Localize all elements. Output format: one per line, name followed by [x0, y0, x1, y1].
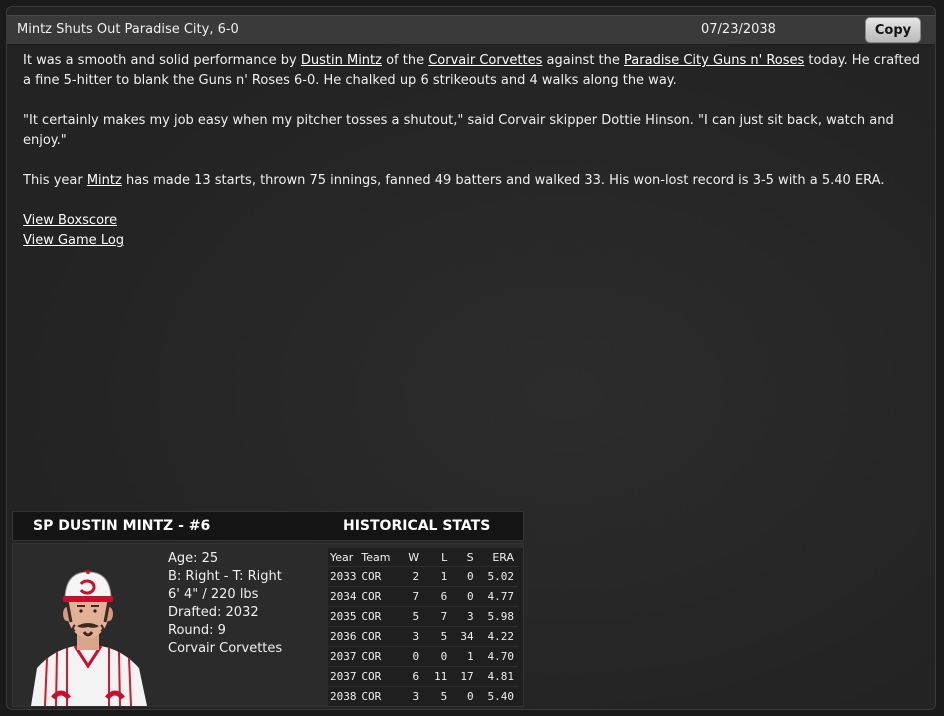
stat-saves: 17 [447, 666, 474, 687]
text-segment: has made 13 starts, thrown 75 innings, f… [121, 173, 885, 188]
stat-era: 4.22 [473, 626, 518, 647]
team-link[interactable]: Corvair Corvettes [428, 53, 542, 68]
stat-saves: 3 [447, 606, 474, 627]
stat-losses: 7 [419, 606, 448, 627]
article-body: It was a smooth and solid performance by… [23, 51, 923, 251]
player-link[interactable]: Dustin Mintz [301, 53, 382, 68]
player-card-header: SP DUSTIN MINTZ - #6 HISTORICAL STATS [12, 511, 524, 541]
stat-year: 2037 [328, 666, 362, 687]
col-header-year: Year [330, 550, 354, 564]
col-header-w: W [408, 550, 420, 564]
player-card: SP DUSTIN MINTZ - #6 HISTORICAL STATS Ag… [12, 511, 524, 707]
article-title: Mintz Shuts Out Paradise City, 6-0 [17, 22, 239, 37]
table-row: 2038 COR 3 5 0 5.40 [328, 686, 518, 706]
stat-saves: 1 [447, 646, 474, 667]
news-window: Mintz Shuts Out Paradise City, 6-0 07/23… [6, 6, 936, 710]
text-segment: It was a smooth and solid performance by [23, 53, 301, 68]
historical-stats-table-container: Year Team W L S ERA 2033 COR 2 1 0 5.02 2034 CO… [328, 548, 523, 706]
player-bats-throws: B: Right - T: Right [168, 569, 282, 584]
view-game-log-link[interactable]: View Game Log [23, 231, 124, 251]
stat-wins: 3 [400, 626, 420, 647]
player-link[interactable]: Mintz [87, 173, 122, 188]
historical-stats-title: HISTORICAL STATS [343, 518, 491, 534]
stat-wins: 6 [400, 666, 420, 687]
player-card-body: Age: 25 B: Right - T: Right 6' 4" / 220 … [12, 543, 524, 707]
table-row: 2036 COR 3 5 34 4.22 [328, 626, 518, 647]
player-name: SP DUSTIN MINTZ - #6 [33, 518, 211, 534]
col-header-era: ERA [492, 550, 514, 564]
stat-era: 4.77 [473, 586, 518, 607]
view-boxscore-link[interactable]: View Boxscore [23, 211, 117, 231]
stat-saves: 34 [447, 626, 474, 647]
stat-team: COR [361, 566, 401, 587]
article-paragraph-2: "It certainly makes my job easy when my … [23, 113, 894, 148]
stat-team: COR [361, 686, 401, 706]
player-team: Corvair Corvettes [168, 641, 283, 656]
text-segment: of the [381, 53, 429, 68]
opponent-link[interactable]: Paradise City Guns n' Roses [624, 53, 804, 68]
article-links: View Boxscore View Game Log [23, 211, 923, 251]
stat-era: 5.40 [473, 686, 518, 706]
article-date: 07/23/2038 [701, 22, 776, 37]
player-round: Round: 9 [168, 623, 226, 638]
stat-saves: 0 [447, 586, 474, 607]
stat-era: 5.98 [473, 606, 518, 627]
stat-team: COR [361, 626, 401, 647]
stat-losses: 0 [419, 646, 448, 667]
stat-year: 2035 [328, 606, 362, 627]
historical-stats-table: Year Team W L S ERA 2033 COR 2 1 0 5.02 2034 CO… [328, 548, 518, 706]
player-bio: Age: 25 B: Right - T: Right 6' 4" / 220 … [168, 550, 282, 658]
player-drafted: Drafted: 2032 [168, 605, 259, 620]
stat-team: COR [361, 666, 401, 687]
stat-year: 2037 [328, 646, 362, 667]
stat-year: 2038 [328, 686, 362, 706]
stat-year: 2033 [328, 566, 362, 587]
stat-wins: 5 [400, 606, 420, 627]
article-paragraph-3: This year Mintz has made 13 starts, thro… [23, 171, 923, 191]
text-segment: against the [542, 53, 625, 68]
table-row: 2034 COR 7 6 0 4.77 [328, 586, 518, 607]
stat-saves: 0 [447, 566, 474, 587]
article-header: Mintz Shuts Out Paradise City, 6-0 07/23… [7, 15, 935, 45]
stat-losses: 5 [419, 626, 448, 647]
table-row: 2035 COR 5 7 3 5.98 [328, 606, 518, 627]
stats-header-row: Year Team W L S ERA [328, 548, 518, 567]
stat-team: COR [361, 586, 401, 607]
stat-losses: 5 [419, 686, 448, 706]
stat-team: COR [361, 646, 401, 667]
col-header-l: L [441, 550, 448, 564]
table-row: 2037 COR 0 0 1 4.70 [328, 646, 518, 667]
player-age: Age: 25 [168, 551, 219, 566]
stat-saves: 0 [447, 686, 474, 706]
copy-button[interactable]: Copy [865, 17, 921, 43]
stat-era: 4.70 [473, 646, 518, 667]
stat-losses: 6 [419, 586, 448, 607]
stat-losses: 1 [419, 566, 448, 587]
stat-wins: 3 [400, 686, 420, 706]
col-header-s: S [466, 550, 474, 564]
table-row: 2033 COR 2 1 0 5.02 [328, 566, 518, 587]
stat-wins: 7 [400, 586, 420, 607]
player-portrait-image [31, 570, 147, 706]
stat-year: 2034 [328, 586, 362, 607]
article-paragraph-1: It was a smooth and solid performance by… [23, 51, 923, 91]
stat-era: 4.81 [473, 666, 518, 687]
table-row: 2037 COR 6 11 17 4.81 [328, 666, 518, 687]
stat-wins: 2 [400, 566, 420, 587]
stat-year: 2036 [328, 626, 362, 647]
col-header-team: Team [361, 550, 391, 564]
player-photo[interactable] [23, 550, 153, 706]
stat-era: 5.02 [473, 566, 518, 587]
stat-wins: 0 [400, 646, 420, 667]
text-segment: This year [23, 173, 87, 188]
stat-team: COR [361, 606, 401, 627]
stat-losses: 11 [419, 666, 448, 687]
player-height-weight: 6' 4" / 220 lbs [168, 587, 259, 602]
